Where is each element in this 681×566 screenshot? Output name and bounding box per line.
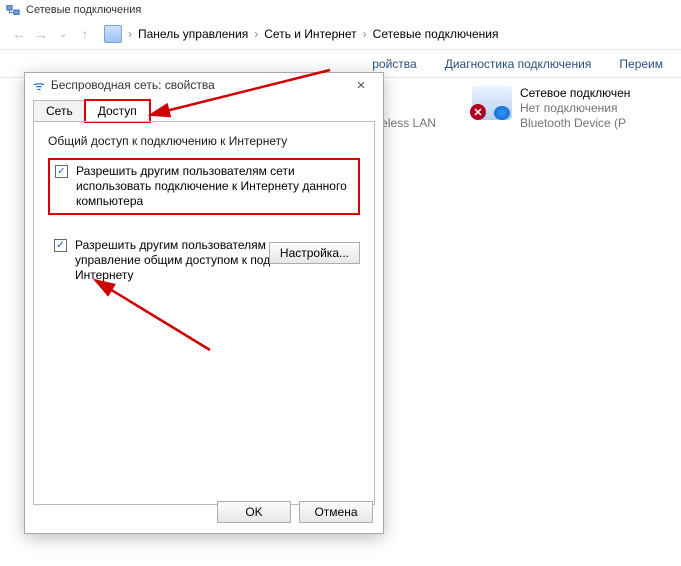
tab-network[interactable]: Сеть [33,100,86,122]
toolbar-diagnostics[interactable]: Диагностика подключения [445,57,592,71]
adapter-status: Нет подключения [520,101,630,116]
checkbox-icon [55,165,68,178]
button-label: Настройка... [280,246,349,260]
breadcrumb-control-panel[interactable]: Панель управления [138,27,248,41]
section-heading: Общий доступ к подключению к Интернету [48,134,360,148]
button-label: OK [245,505,262,519]
nav-bar: ← → ⌄ ↑ › Панель управления › Сеть и Инт… [0,18,681,50]
wifi-icon: ᯤ [33,76,45,94]
control-panel-icon [104,25,122,43]
ok-button[interactable]: OK [217,501,291,523]
chevron-right-icon: › [128,27,132,41]
window-titlebar: Сетевые подключения [0,0,681,18]
adapter-item[interactable]: Сетевое подключен Нет подключения Blueto… [472,86,663,131]
toolbar-setup[interactable]: ройства [372,57,416,71]
settings-button[interactable]: Настройка... [269,242,360,264]
tab-label: Доступ [98,104,137,118]
breadcrumb-network-internet[interactable]: Сеть и Интернет [264,27,356,41]
up-button[interactable]: ↑ [76,25,94,43]
checkbox-label: Разрешить другим пользователям сети испо… [76,164,353,209]
recent-locations-button[interactable]: ⌄ [54,25,72,43]
network-connections-icon [6,3,20,17]
adapter-name: Сетевое подключен [520,86,630,101]
tab-strip: Сеть Доступ [25,97,383,121]
checkbox-allow-sharing[interactable]: Разрешить другим пользователям сети испо… [48,158,360,215]
tab-label: Сеть [46,104,73,118]
network-adapter-icon [472,86,512,120]
dialog-title: Беспроводная сеть: свойства [51,78,215,92]
button-label: Отмена [314,505,357,519]
tab-sharing[interactable]: Доступ [85,100,150,122]
properties-dialog: ᯤ Беспроводная сеть: свойства × Сеть Дос… [24,72,384,534]
dialog-titlebar: ᯤ Беспроводная сеть: свойства × [25,73,383,97]
checkbox-icon [54,239,67,252]
toolbar-rename[interactable]: Переим [619,57,663,71]
close-button[interactable]: × [345,77,377,94]
chevron-right-icon: › [363,27,367,41]
cancel-button[interactable]: Отмена [299,501,373,523]
back-button[interactable]: ← [10,25,28,43]
chevron-right-icon: › [254,27,258,41]
forward-button[interactable]: → [32,25,50,43]
adapter-device: Bluetooth Device (P [520,116,630,131]
window-title: Сетевые подключения [26,4,141,16]
tab-panel-sharing: Общий доступ к подключению к Интернету Р… [33,121,375,505]
breadcrumb[interactable]: › Панель управления › Сеть и Интернет › … [104,25,498,43]
breadcrumb-network-connections[interactable]: Сетевые подключения [373,27,499,41]
